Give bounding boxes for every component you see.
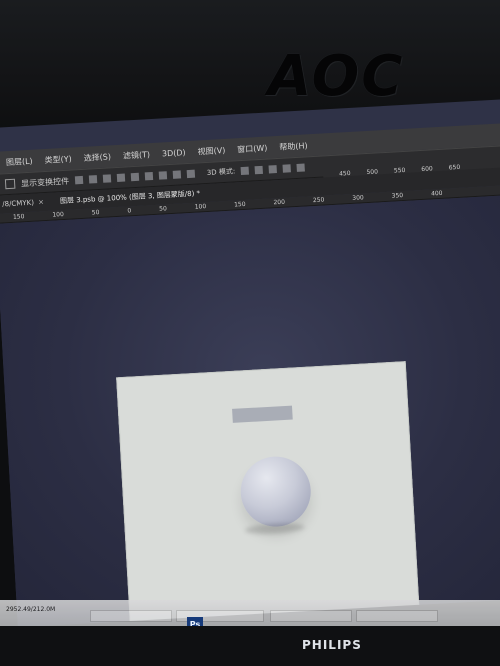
tab-left[interactable]: /8/CMYK) × bbox=[2, 198, 44, 208]
distribute-icon[interactable] bbox=[158, 171, 168, 180]
menu-item-select[interactable]: 选择(S) bbox=[83, 151, 111, 164]
menu-item-window[interactable]: 窗口(W) bbox=[237, 142, 268, 155]
taskbar-status-text: 2952.49/212.0M bbox=[6, 606, 56, 613]
3d-rotate-icon[interactable] bbox=[241, 166, 250, 176]
monitor-photo: AOC 图层(L) 类型(Y) 选择(S) 滤镜(T) 3D(D) 视图(V) … bbox=[0, 0, 500, 666]
menu-item-layer[interactable]: 图层(L) bbox=[6, 155, 33, 167]
3d-scale-icon[interactable] bbox=[296, 163, 306, 172]
3d-mode-label: 3D 模式: bbox=[206, 167, 236, 177]
photoshop-screen: 图层(L) 类型(Y) 选择(S) 滤镜(T) 3D(D) 视图(V) 窗口(W… bbox=[0, 98, 500, 628]
ruler-tick: 0 bbox=[127, 207, 132, 215]
align-icon[interactable] bbox=[88, 175, 98, 184]
distribute-icon[interactable] bbox=[172, 170, 182, 179]
menu-item-view[interactable]: 视图(V) bbox=[197, 144, 225, 157]
menu-item-3d[interactable]: 3D(D) bbox=[162, 148, 186, 158]
brand-logo-aoc: AOC bbox=[268, 44, 405, 109]
ruler-tick: 200 bbox=[273, 198, 286, 207]
show-transform-controls-label: 显示变换控件 bbox=[20, 176, 70, 188]
ruler-tick: 100 bbox=[194, 203, 207, 211]
sphere-shadow bbox=[244, 522, 306, 536]
ruler-tick: 350 bbox=[391, 192, 404, 200]
auto-align-icon[interactable] bbox=[186, 169, 196, 179]
ruler-tick: 250 bbox=[312, 196, 325, 205]
close-icon[interactable]: × bbox=[38, 198, 44, 206]
align-icon[interactable] bbox=[102, 174, 112, 183]
ruler-tick: 50 bbox=[158, 205, 167, 213]
menu-item-type[interactable]: 类型(Y) bbox=[44, 153, 72, 165]
show-transform-controls-checkbox[interactable] bbox=[4, 178, 16, 190]
tab-left-label: /8/CMYK) bbox=[2, 198, 35, 209]
brand-logo-philips: PHILIPS bbox=[302, 638, 362, 652]
monitor-bezel-bottom bbox=[0, 626, 500, 666]
3d-slide-icon[interactable] bbox=[282, 164, 292, 173]
ruler-tick: 300 bbox=[352, 194, 364, 202]
ruler-tick: 150 bbox=[233, 200, 246, 209]
3d-roll-icon[interactable] bbox=[254, 165, 264, 175]
taskbar-item[interactable] bbox=[90, 610, 172, 622]
rectangle-shape[interactable] bbox=[232, 405, 293, 423]
align-icon[interactable] bbox=[74, 175, 84, 185]
canvas-workspace[interactable] bbox=[0, 194, 500, 628]
ruler-tick: 100 bbox=[52, 211, 65, 219]
distribute-icon[interactable] bbox=[130, 172, 140, 182]
ruler-tick: 400 bbox=[430, 189, 443, 198]
3d-pan-icon[interactable] bbox=[268, 165, 278, 174]
menu-item-filter[interactable]: 滤镜(T) bbox=[123, 149, 151, 161]
taskbar-item[interactable] bbox=[270, 610, 352, 622]
align-icon[interactable] bbox=[116, 173, 126, 182]
distribute-icon[interactable] bbox=[144, 171, 154, 181]
ruler-tick: 150 bbox=[12, 213, 25, 221]
taskbar-item[interactable] bbox=[356, 610, 438, 622]
menu-item-help[interactable]: 帮助(H) bbox=[279, 140, 308, 153]
sphere-shape[interactable] bbox=[238, 454, 313, 529]
ruler-tick: 50 bbox=[91, 209, 100, 217]
document-canvas[interactable] bbox=[116, 361, 421, 628]
